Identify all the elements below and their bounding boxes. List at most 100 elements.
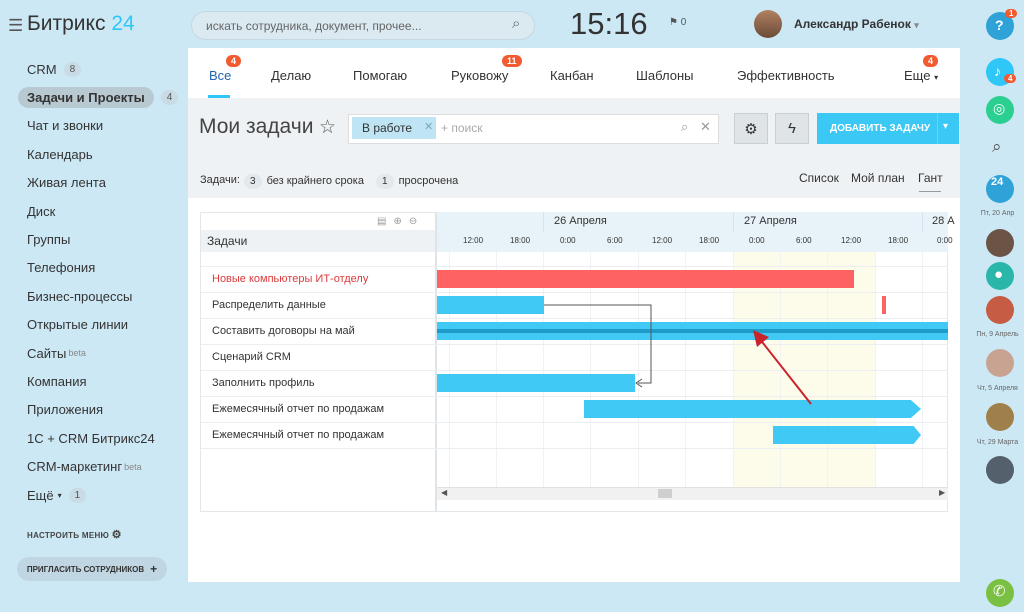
sidebar-item-calendar[interactable]: Календарь [18, 140, 178, 168]
sidebar-item-openlines[interactable]: Открытые линии [18, 311, 178, 339]
search-icon[interactable]: ⌕ [512, 15, 520, 32]
tab-badge: 4 [923, 55, 939, 67]
view-gantt[interactable]: Гант [918, 171, 943, 185]
contact-avatar[interactable] [986, 229, 1014, 257]
sidebar-item-telephony[interactable]: Телефония [18, 254, 178, 282]
contact-avatar[interactable] [986, 403, 1014, 431]
gantt-task-name[interactable]: Заполнить профиль [212, 377, 315, 389]
tab-doing[interactable]: Делаю [271, 68, 311, 83]
search-icon[interactable]: ⌕ [992, 137, 1002, 157]
search-icon[interactable]: ⌕ [681, 119, 688, 135]
sidebar-item-bizproc[interactable]: Бизнес-процессы [18, 282, 178, 310]
chevron-down-icon: ▾ [934, 73, 939, 82]
page-title: Мои задачи [199, 115, 314, 138]
menu-hamburger-icon[interactable]: ☰ [8, 16, 23, 36]
gantt-task-name[interactable]: Ежемесячный отчет по продажам [212, 403, 384, 415]
scroll-right-icon[interactable]: ▶ [939, 488, 945, 497]
scrollbar-thumb[interactable] [658, 489, 672, 498]
sidebar-menu: CRM 8 Задачи и Проекты 4 Чат и звонки Кале… [18, 55, 179, 509]
contact-avatar[interactable] [986, 296, 1014, 324]
question-icon: ? [995, 17, 1004, 33]
date-label: Чт, 29 Марта [976, 439, 1019, 446]
tab-kanban[interactable]: Канбан [550, 68, 594, 83]
sidebar-item-disk[interactable]: Диск [18, 197, 178, 225]
gantt-deadline-marker[interactable] [882, 296, 886, 314]
chevron-down-icon: ▾ [57, 490, 62, 500]
user-icon: ● [994, 266, 1004, 283]
gantt-hour-label: 0:00 [749, 236, 765, 245]
counter-badge: 1 [68, 487, 87, 503]
gantt-hour-label: 12:00 [841, 236, 862, 245]
gantt-horizontal-scrollbar[interactable] [437, 487, 948, 500]
notifications-badge: 4 [1004, 74, 1017, 83]
print-icon[interactable]: ▤ [377, 216, 393, 227]
gantt-tools: ▤⊕⊖ [377, 216, 424, 227]
plus-icon: + [150, 562, 158, 576]
flag-counter[interactable]: ⚑ 0 [669, 17, 686, 28]
app-logo[interactable]: Битрикс 24 [27, 12, 135, 36]
clock-time[interactable]: 15:16 [570, 6, 648, 42]
zoom-out-icon[interactable]: ⊖ [409, 216, 424, 227]
date-label: Чт, 5 Апреля [977, 385, 1018, 392]
user-avatar[interactable] [754, 10, 782, 38]
tab-more[interactable]: Еще ▾ [904, 68, 938, 83]
contact-avatar[interactable] [986, 349, 1014, 377]
sidebar-item-1c[interactable]: 1С + CRM Битрикс24 [18, 424, 178, 452]
tab-managing[interactable]: Руковожу [451, 68, 508, 83]
close-icon[interactable]: ✕ [700, 119, 711, 135]
chevron-down-icon[interactable]: ▾ [943, 121, 948, 132]
tab-all[interactable]: Все [209, 68, 231, 83]
sidebar-item-sites[interactable]: Сайты beta [18, 339, 178, 367]
gantt-task-name[interactable]: Распределить данные [212, 299, 326, 311]
gantt-task-name[interactable]: Новые компьютеры ИТ-отделу [212, 273, 368, 285]
sidebar-item-tasks[interactable]: Задачи и Проекты 4 [18, 83, 179, 111]
user-name[interactable]: Александр Рабенок ▾ [794, 17, 919, 31]
tab-templates[interactable]: Шаблоны [636, 68, 694, 83]
gantt-task-name[interactable]: Ежемесячный отчет по продажам [212, 429, 384, 441]
gear-icon: ⚙ [111, 529, 122, 541]
scroll-left-icon[interactable]: ◀ [441, 488, 447, 497]
sidebar-item-groups[interactable]: Группы [18, 225, 178, 253]
tab-helping[interactable]: Помогаю [353, 68, 407, 83]
sidebar: ☰ Битрикс 24 CRM 8 Задачи и Проекты 4 Чат … [0, 0, 188, 612]
configure-menu-link[interactable]: НАСТРОИТЬ МЕНЮ ⚙ [27, 528, 122, 541]
gantt-splitter[interactable] [435, 212, 437, 512]
gantt-hour-label: 18:00 [699, 236, 720, 245]
gear-icon: ⚙ [744, 120, 758, 138]
gantt-bar[interactable] [773, 426, 921, 444]
zoom-in-icon[interactable]: ⊕ [393, 216, 408, 227]
sidebar-item-crm[interactable]: CRM 8 [18, 55, 178, 83]
help-badge: 1 [1005, 9, 1018, 18]
stat-no-deadline[interactable]: 3 без крайнего срока [244, 174, 364, 189]
gantt-hour-label: 12:00 [652, 236, 673, 245]
view-plan[interactable]: Мой план [851, 171, 905, 185]
sidebar-item-chat[interactable]: Чат и звонки [18, 112, 178, 140]
annotation-arrow [753, 330, 812, 405]
contact-avatar[interactable] [986, 456, 1014, 484]
settings-button[interactable]: ⚙ [734, 113, 768, 144]
gantt-task-name[interactable]: Сценарий CRM [212, 351, 291, 363]
gantt-tasks-header: Задачи [201, 230, 435, 252]
tab-badge: 11 [502, 55, 522, 67]
star-icon[interactable]: ☆ [319, 116, 336, 139]
view-list[interactable]: Список [799, 171, 839, 185]
sidebar-item-feed[interactable]: Живая лента [18, 169, 178, 197]
sidebar-item-company[interactable]: Компания [18, 367, 178, 395]
sidebar-item-crm-marketing[interactable]: CRM-маркетинг beta [18, 452, 178, 480]
sidebar-item-apps[interactable]: Приложения [18, 396, 178, 424]
stat-overdue[interactable]: 1 просрочена [376, 174, 458, 189]
search-input[interactable]: искать сотрудника, документ, прочее... [191, 11, 535, 40]
tab-efficiency[interactable]: Эффективность [737, 68, 835, 83]
gantt-task-name[interactable]: Составить договоры на май [212, 325, 355, 337]
automation-button[interactable]: ϟ [775, 113, 809, 144]
gantt-bar-overdue[interactable] [437, 270, 854, 288]
date-label: Пн, 9 Апрель [976, 331, 1019, 338]
gantt-bar[interactable] [437, 296, 544, 314]
calendar-day: 24 [991, 176, 1004, 188]
phone-icon: ✆ [993, 583, 1006, 600]
close-icon[interactable]: ✕ [424, 120, 433, 133]
invite-button[interactable]: ПРИГЛАСИТЬ СОТРУДНИКОВ + [17, 557, 167, 581]
sidebar-item-more[interactable]: Ещё ▾ 1 [18, 481, 178, 509]
gantt-hour-label: 0:00 [937, 236, 953, 245]
chevron-down-icon: ▾ [914, 20, 919, 30]
